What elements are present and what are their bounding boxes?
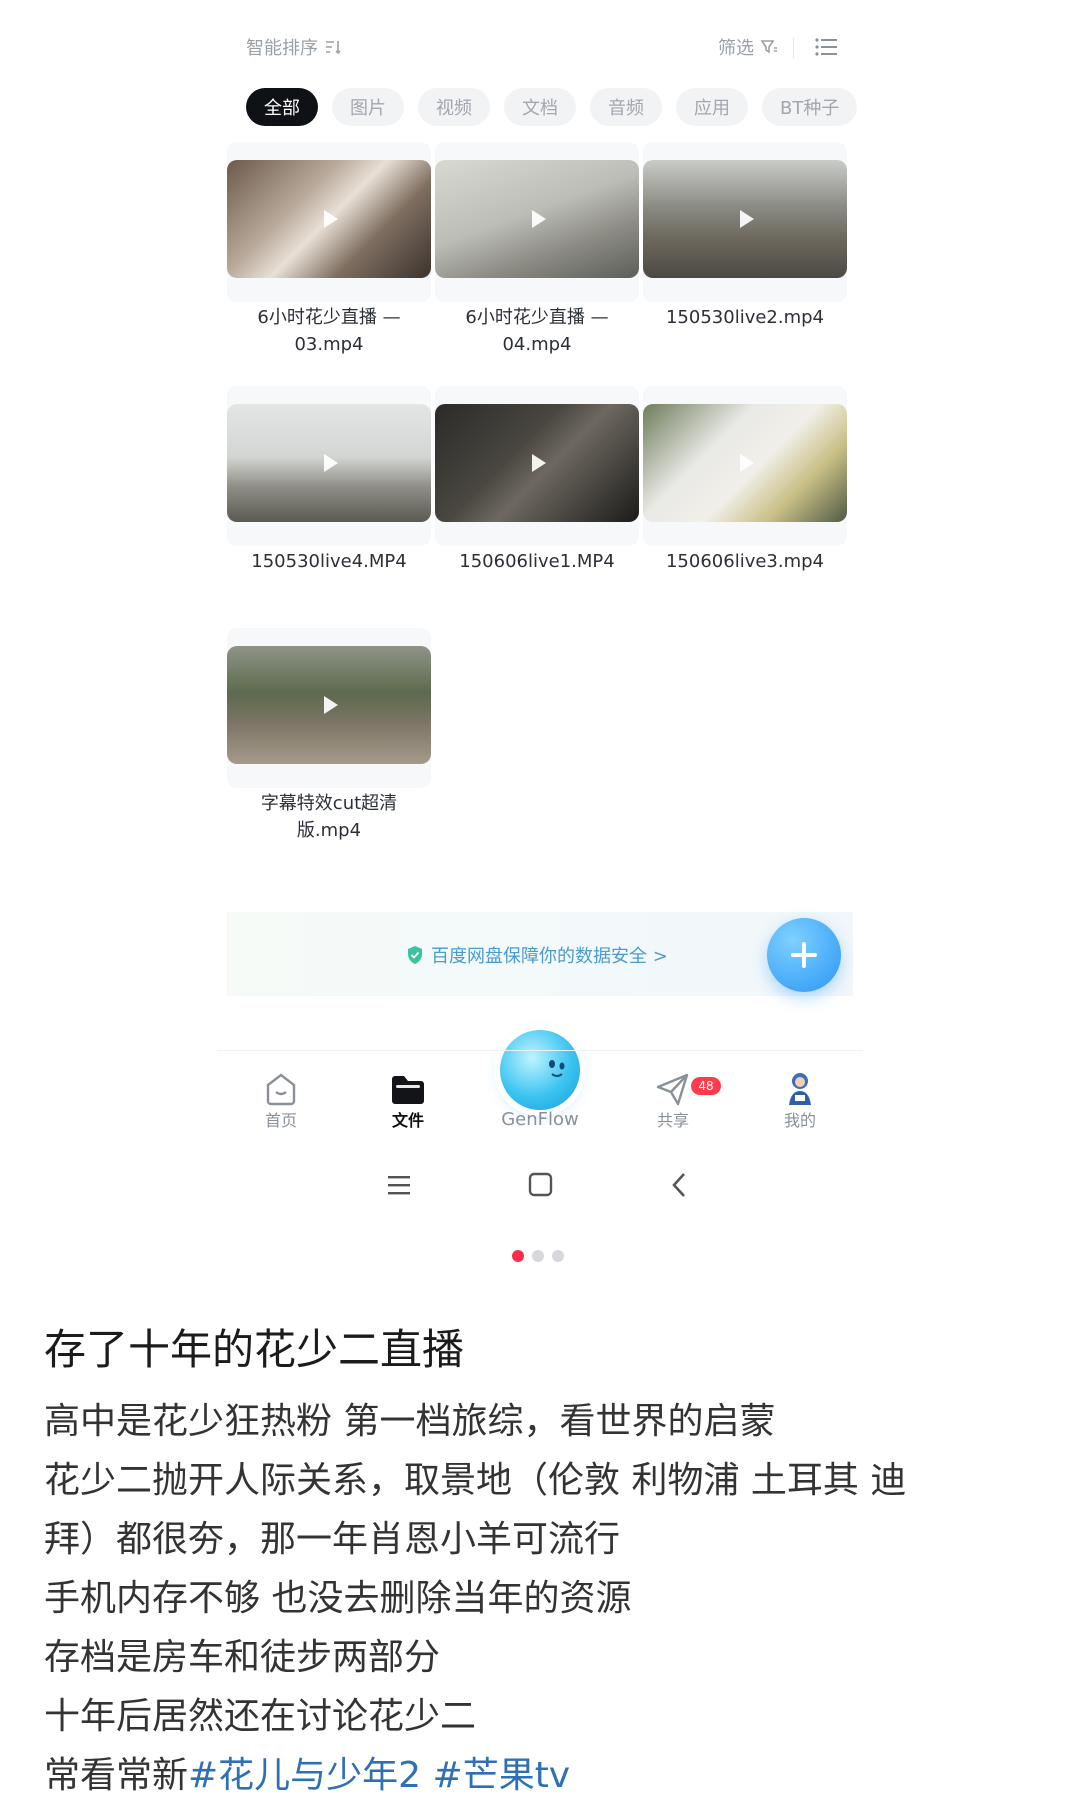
video-filename: 6小时花少直播 — 04.mp4: [465, 307, 609, 355]
post-line: 拜）都很夯，那一年肖恩小羊可流行: [44, 1519, 621, 1560]
play-icon: [324, 210, 338, 228]
video-thumbnail: [227, 646, 431, 764]
chip-audio[interactable]: 音频: [590, 88, 662, 126]
video-thumbnail: [227, 404, 431, 522]
menu-icon[interactable]: [387, 1174, 413, 1196]
post-line: 花少二抛开人际关系，取景地（伦敦 利物浦 土耳其 迪: [44, 1460, 907, 1501]
play-icon: [532, 210, 546, 228]
play-icon: [324, 696, 338, 714]
nav-share-label: 共享: [656, 1111, 689, 1130]
post-line: 十年后居然还在讨论花少二: [44, 1696, 477, 1737]
back-icon[interactable]: [669, 1172, 689, 1198]
share-badge: 48: [691, 1077, 721, 1095]
chip-bt-torrents[interactable]: BT种子: [762, 88, 858, 126]
filter-label: 筛选: [718, 38, 754, 59]
video-filename: 150530live4.MP4: [251, 551, 407, 572]
sort-label: 智能排序: [246, 38, 318, 59]
post-line: 高中是花少狂热粉 第一档旅综，看世界的启蒙: [44, 1401, 776, 1442]
chip-videos[interactable]: 视频: [418, 88, 490, 126]
nav-genflow[interactable]: GenFlow: [490, 1109, 590, 1130]
nav-home-label: 首页: [264, 1111, 297, 1130]
video-thumbnail: [435, 160, 639, 278]
video-thumbnail: [227, 160, 431, 278]
play-icon: [324, 454, 338, 472]
video-filename: 150606live1.MP4: [459, 551, 615, 572]
nav-home[interactable]: 首页: [231, 1069, 331, 1131]
nav-files-label: 文件: [391, 1111, 424, 1130]
post-title: 存了十年的花少二直播: [44, 1325, 465, 1374]
video-tile[interactable]: 150606live3.mp4: [643, 386, 847, 621]
filter-icon: [760, 40, 777, 54]
video-tile[interactable]: 150606live1.MP4: [435, 386, 639, 621]
video-filename: 6小时花少直播 — 03.mp4: [257, 307, 401, 355]
video-tile[interactable]: 150530live2.mp4: [643, 142, 847, 377]
filter-button[interactable]: 筛选: [718, 34, 778, 60]
video-tile[interactable]: 6小时花少直播 — 03.mp4: [227, 142, 431, 377]
carousel-dot[interactable]: [532, 1250, 544, 1262]
system-navigation-bar: [217, 1160, 863, 1210]
video-tile[interactable]: 150530live4.MP4: [227, 386, 431, 621]
list-icon: [815, 38, 837, 56]
sort-button[interactable]: 智能排序: [246, 34, 342, 60]
post-body: 高中是花少狂热粉 第一档旅综，看世界的启蒙 花少二抛开人际关系，取景地（伦敦 利…: [44, 1392, 1044, 1805]
chip-all[interactable]: 全部: [246, 88, 318, 126]
nav-share[interactable]: 48 共享: [623, 1069, 723, 1131]
post-line: 存档是房车和徒步两部分: [44, 1637, 441, 1678]
file-browser: 智能排序 筛选 全部 图片 视频 文档 音频 应用 BT种子 6小时花少直播 —…: [217, 0, 863, 1050]
bottom-navigation: 首页 文件 GenFlow 48 共享 我的: [217, 1050, 863, 1143]
post-line-prefix: 常看常新: [44, 1755, 189, 1796]
home-square-icon[interactable]: [528, 1172, 554, 1198]
video-thumbnail: [643, 404, 847, 522]
play-icon: [740, 210, 754, 228]
category-chips: 全部 图片 视频 文档 音频 应用 BT种子: [246, 88, 858, 126]
video-thumbnail: [643, 160, 847, 278]
folder-icon: [392, 1076, 424, 1104]
add-button[interactable]: [767, 918, 841, 992]
phone-screenshot: 智能排序 筛选 全部 图片 视频 文档 音频 应用 BT种子 6小时花少直播 —…: [217, 0, 863, 1240]
data-security-banner[interactable]: 百度网盘保障你的数据安全 >: [227, 912, 853, 996]
video-thumbnail: [435, 404, 639, 522]
post-line-hashtags: 常看常新#花儿与少年2 #芒果tv: [44, 1746, 1044, 1805]
nav-genflow-label: GenFlow: [501, 1109, 579, 1130]
video-tile[interactable]: 字幕特效cut超清 版.mp4: [227, 628, 431, 863]
play-icon: [740, 454, 754, 472]
carousel-dot-active[interactable]: [512, 1250, 524, 1262]
video-filename: 字幕特效cut超清 版.mp4: [260, 793, 398, 841]
banner-text: 百度网盘保障你的数据安全 >: [431, 946, 668, 967]
chip-images[interactable]: 图片: [332, 88, 404, 126]
hashtag-links[interactable]: #花儿与少年2 #芒果tv: [188, 1755, 570, 1796]
nav-me-label: 我的: [783, 1111, 816, 1130]
home-icon: [266, 1073, 296, 1106]
video-filename: 150530live2.mp4: [665, 307, 825, 328]
shield-icon: [408, 946, 422, 964]
post-line: 手机内存不够 也没去删除当年的资源: [44, 1578, 632, 1619]
nav-me[interactable]: 我的: [750, 1069, 850, 1131]
play-icon: [532, 454, 546, 472]
plus-icon: [791, 942, 817, 968]
list-view-button[interactable]: [814, 36, 838, 62]
chip-apps[interactable]: 应用: [676, 88, 748, 126]
file-toolbar: 智能排序 筛选: [246, 34, 838, 64]
carousel-dots: [512, 1250, 564, 1262]
toolbar-divider: [793, 38, 794, 58]
video-tile[interactable]: 6小时花少直播 — 04.mp4: [435, 142, 639, 377]
nav-files[interactable]: 文件: [358, 1069, 458, 1131]
video-filename: 150606live3.mp4: [665, 551, 825, 572]
paper-plane-icon: [656, 1073, 689, 1106]
post-content: 存了十年的花少二直播 高中是花少狂热粉 第一档旅综，看世界的启蒙 花少二抛开人际…: [44, 1320, 1044, 1805]
avatar-icon: [789, 1073, 811, 1105]
sort-icon: [326, 41, 341, 55]
banner-content: 百度网盘保障你的数据安全 >: [405, 942, 668, 968]
chip-documents[interactable]: 文档: [504, 88, 576, 126]
carousel-dot[interactable]: [552, 1250, 564, 1262]
